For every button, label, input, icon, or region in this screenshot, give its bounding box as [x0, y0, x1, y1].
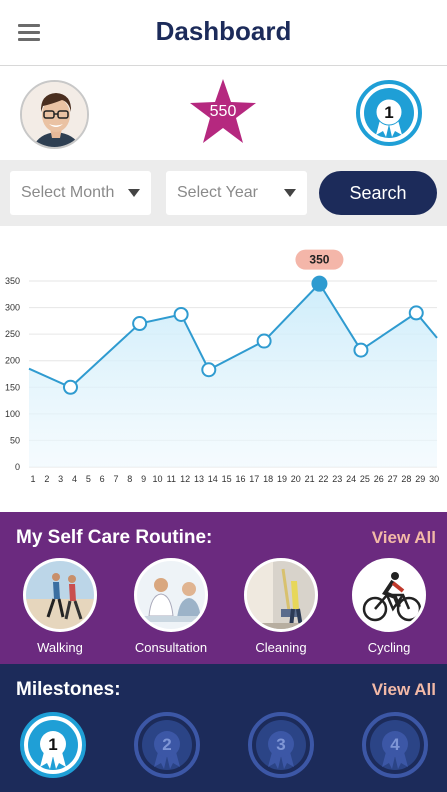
caret-down-icon: [284, 189, 296, 197]
routine-label: Cleaning: [255, 640, 307, 655]
routine-item-cycling[interactable]: Cycling: [350, 558, 428, 655]
data-point: [353, 342, 369, 358]
walking-photo: [23, 558, 97, 632]
level-medal-icon[interactable]: 1: [356, 80, 422, 146]
user-avatar-icon: [22, 82, 87, 147]
x-tick-label: 29: [415, 474, 425, 484]
data-point: [201, 362, 217, 378]
cycling-icon: [355, 561, 423, 629]
y-tick-label: 0: [15, 462, 20, 472]
x-tick-label: 30: [429, 474, 439, 484]
area-fill: [29, 283, 437, 467]
month-select[interactable]: Select Month: [10, 171, 151, 215]
cycling-photo: [352, 558, 426, 632]
x-tick-label: 6: [100, 474, 105, 484]
search-button[interactable]: Search: [319, 171, 437, 215]
routine-label: Walking: [37, 640, 83, 655]
x-tick-label: 19: [277, 474, 287, 484]
x-tick-label: 9: [141, 474, 146, 484]
cleaning-icon: [247, 561, 315, 629]
data-point: [62, 379, 78, 395]
x-tick-label: 11: [167, 474, 176, 484]
level-number: 1: [384, 103, 393, 122]
x-tick-label: 18: [263, 474, 273, 484]
year-select[interactable]: Select Year: [166, 171, 307, 215]
milestone-badge-4[interactable]: 4: [362, 712, 428, 778]
x-tick-label: 22: [318, 474, 328, 484]
routine-title: My Self Care Routine:: [16, 527, 213, 548]
page-title: Dashboard: [155, 16, 292, 46]
x-tick-label: 17: [249, 474, 259, 484]
x-tick-label: 28: [401, 474, 411, 484]
highlight-value-label: 350: [309, 253, 329, 267]
caret-down-icon: [128, 189, 140, 197]
routine-item-walking[interactable]: Walking: [21, 558, 99, 655]
milestones-title: Milestones:: [16, 679, 121, 700]
filter-bar: Select Month Select Year Search: [0, 160, 447, 226]
y-tick-label: 200: [5, 356, 20, 366]
y-tick-label: 100: [5, 409, 20, 419]
x-tick-label: 3: [58, 474, 63, 484]
routine-label: Consultation: [134, 640, 208, 655]
data-point: [408, 305, 424, 321]
x-tick-label: 27: [388, 474, 398, 484]
milestone-number: 1: [48, 735, 57, 754]
x-tick-label: 15: [222, 474, 232, 484]
milestones-view-all-link[interactable]: View All: [372, 680, 436, 700]
routine-item-cleaning[interactable]: Cleaning: [242, 558, 320, 655]
activity-chart: 0 50 100 150 200 250 300 350 1 2 3 4 5 6 7 8 9 10 11 12 13 14…: [0, 226, 447, 512]
x-tick-label: 20: [291, 474, 301, 484]
x-tick-label: 26: [374, 474, 384, 484]
x-tick-label: 25: [360, 474, 370, 484]
milestone-number: 3: [276, 735, 285, 754]
x-tick-label: 14: [208, 474, 218, 484]
consultation-photo: [134, 558, 208, 632]
x-tick-label: 5: [86, 474, 91, 484]
data-point: [311, 275, 328, 292]
x-tick-label: 21: [305, 474, 315, 484]
profile-row: 550 1: [0, 67, 447, 160]
consultation-icon: [137, 561, 205, 629]
walking-icon: [26, 561, 94, 629]
y-tick-label: 350: [5, 276, 20, 286]
x-tick-label: 10: [152, 474, 162, 484]
y-tick-label: 50: [10, 435, 20, 445]
milestones-section: Milestones: View All 1 2 3 4: [0, 664, 447, 792]
points-value: 550: [209, 103, 237, 120]
month-select-placeholder: Select Month: [21, 184, 115, 201]
data-point: [256, 333, 272, 349]
app-header: Dashboard: [0, 0, 447, 66]
x-tick-label: 16: [235, 474, 245, 484]
milestone-badge-2[interactable]: 2: [134, 712, 200, 778]
x-tick-label: 12: [180, 474, 190, 484]
year-select-placeholder: Select Year: [177, 184, 258, 201]
y-tick-label: 300: [5, 303, 20, 313]
x-tick-label: 13: [194, 474, 204, 484]
milestone-badge-3[interactable]: 3: [248, 712, 314, 778]
x-tick-label: 23: [332, 474, 342, 484]
milestone-number: 4: [390, 735, 400, 754]
milestone-number: 2: [162, 735, 171, 754]
x-tick-label: 8: [127, 474, 132, 484]
x-tick-label: 24: [346, 474, 356, 484]
user-avatar[interactable]: [20, 80, 89, 149]
self-care-routine-section: My Self Care Routine: View All Walking C…: [0, 512, 447, 664]
x-tick-label: 4: [72, 474, 77, 484]
y-tick-label: 250: [5, 329, 20, 339]
x-tick-label: 7: [113, 474, 118, 484]
data-point: [173, 306, 189, 322]
activity-line-chart: 0501001502002503003501 2 3 4 5 6 7 8 9 10 11 12 13 14…: [5, 249, 439, 484]
x-tick-label: 1: [30, 474, 35, 484]
routine-view-all-link[interactable]: View All: [372, 528, 436, 548]
cleaning-photo: [244, 558, 318, 632]
routine-item-consultation[interactable]: Consultation: [132, 558, 210, 655]
data-point: [132, 316, 148, 332]
milestone-badge-1[interactable]: 1: [20, 712, 86, 778]
y-tick-label: 150: [5, 382, 20, 392]
routine-label: Cycling: [367, 640, 411, 655]
x-tick-label: 2: [44, 474, 49, 484]
